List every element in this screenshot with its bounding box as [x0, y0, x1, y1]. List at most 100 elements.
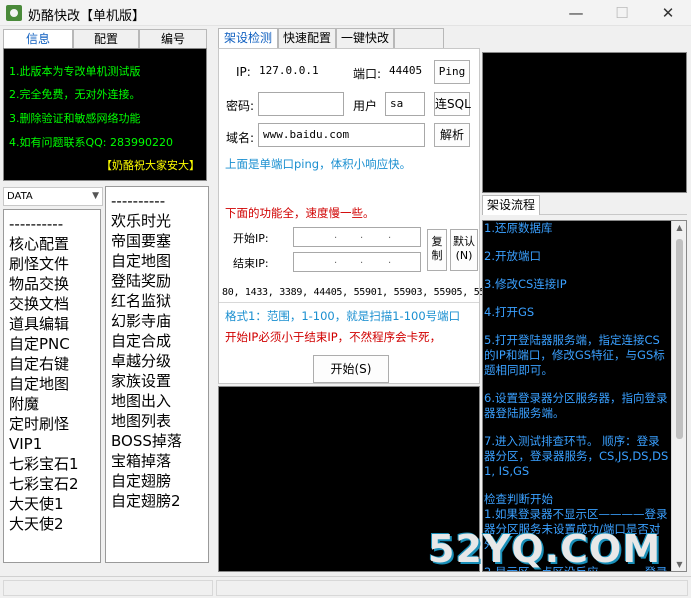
- domain-label: 域名:: [226, 131, 255, 145]
- tab-empty[interactable]: [394, 28, 444, 48]
- list-item[interactable]: 家族设置: [106, 371, 208, 391]
- user-input[interactable]: sa: [385, 92, 425, 116]
- list-item[interactable]: 附魔: [4, 394, 100, 414]
- resolve-button[interactable]: 解析: [434, 123, 470, 147]
- list-item[interactable]: 自定地图: [106, 251, 208, 271]
- data-select[interactable]: DATA ▼: [3, 187, 103, 206]
- start-ip-input[interactable]: ...: [293, 227, 421, 247]
- list-item[interactable]: 定时刷怪: [4, 414, 100, 434]
- tab-number[interactable]: 编号: [139, 29, 207, 48]
- scroll-up-icon[interactable]: ▲: [672, 223, 686, 232]
- connect-sql-button[interactable]: 连SQL: [434, 92, 471, 116]
- list-item[interactable]: 道具编辑: [4, 314, 100, 334]
- status-bar: [0, 576, 691, 598]
- maximize-button[interactable]: ☐: [599, 0, 645, 26]
- scroll-down-icon[interactable]: ▼: [672, 560, 686, 569]
- window-title: 奶酪快改【单机版】: [28, 9, 146, 24]
- watermark: 52YQ.COM: [428, 527, 662, 571]
- format-hint: 格式1：范围，1-100，就是扫描1-100号端口: [225, 309, 461, 323]
- list-item[interactable]: 自定翅膀2: [106, 491, 208, 511]
- list-item[interactable]: 幻影寺庙: [106, 311, 208, 331]
- tab-setup-check[interactable]: 架设检测: [218, 28, 278, 48]
- password-input[interactable]: [258, 92, 344, 116]
- list-item[interactable]: 七彩宝石2: [4, 474, 100, 494]
- info-panel: 1.此版本为专改单机测试版 2.完全免费，无对外连接。 3.删除验证和敏感网络功…: [3, 48, 207, 181]
- list-mid[interactable]: ---------- 欢乐时光 帝国要塞 自定地图 登陆奖励 红名监狱 幻影寺庙 自定合成 卓越…: [105, 186, 209, 563]
- list-item[interactable]: BOSS掉落: [106, 431, 208, 451]
- password-label: 密码:: [226, 99, 255, 113]
- copy-button[interactable]: 复 制: [427, 229, 447, 271]
- list-item[interactable]: 登陆奖励: [106, 271, 208, 291]
- list-item[interactable]: ----------: [4, 214, 100, 234]
- info-footer: 【奶酪祝大家安大】: [101, 159, 200, 172]
- scroll-thumb[interactable]: [676, 239, 683, 439]
- info-line: 3.删除验证和敏感网络功能: [9, 112, 141, 125]
- list-item[interactable]: 卓越分级: [106, 351, 208, 371]
- list-item[interactable]: 大天使2: [4, 514, 100, 534]
- flow-step: 2.开放端口: [484, 249, 541, 263]
- flow-step: 1.还原数据库: [484, 221, 553, 235]
- start-ip-label: 开始IP:: [233, 232, 269, 245]
- flow-scrollbar[interactable]: ▲ ▼: [671, 221, 686, 571]
- close-button[interactable]: ✕: [645, 0, 691, 26]
- tab-quick-config[interactable]: 快速配置: [278, 28, 336, 48]
- ip-order-warning: 开始IP必须小于结束IP，不然程序会卡死，: [225, 330, 442, 344]
- divider: [540, 214, 687, 215]
- hint-full: 下面的功能全，速度慢一些。: [225, 206, 375, 220]
- ip-input[interactable]: 127.0.0.1: [255, 60, 345, 84]
- list-item[interactable]: 自定合成: [106, 331, 208, 351]
- flow-step: 6.设置登录器分区服务器，指向登录器登陆服务端。: [484, 391, 668, 420]
- list-item[interactable]: 刷怪文件: [4, 254, 100, 274]
- end-ip-label: 结束IP:: [233, 257, 269, 270]
- list-item[interactable]: 自定翅膀: [106, 471, 208, 491]
- user-label: 用户: [353, 99, 378, 113]
- flow-step: 7.进入测试排查环节。 顺序：登录器分区，登录器服务，CS,JS,DS,DS1,…: [484, 434, 669, 478]
- minimize-button[interactable]: —: [553, 0, 599, 26]
- flow-step: 5.打开登陆器服务端，指定连接CS的IP和端口，修改GS特征，与GS标题相同即可…: [484, 333, 665, 377]
- domain-input[interactable]: www.baidu.com: [258, 123, 425, 147]
- flow-step: 4.打开GS: [484, 305, 535, 319]
- list-item[interactable]: 大天使1: [4, 494, 100, 514]
- ports-field[interactable]: 80, 1433, 3389, 44405, 55901, 55903, 559…: [222, 287, 503, 298]
- tab-config[interactable]: 配置: [73, 29, 139, 48]
- list-item[interactable]: VIP1: [4, 434, 100, 454]
- flow-step: 3.修改CS连接IP: [484, 277, 567, 291]
- list-item[interactable]: 核心配置: [4, 234, 100, 254]
- list-item[interactable]: 宝箱掉落: [106, 451, 208, 471]
- ip-label: IP:: [236, 65, 251, 79]
- info-line: 4.如有问题联系QQ: 283990220: [9, 136, 174, 149]
- tab-one-key-modify[interactable]: 一键快改: [336, 28, 394, 48]
- list-item[interactable]: 红名监狱: [106, 291, 208, 311]
- info-line: 1.此版本为专改单机测试版: [9, 65, 141, 78]
- tab-info[interactable]: 信息: [3, 29, 73, 48]
- list-item[interactable]: 欢乐时光: [106, 211, 208, 231]
- end-ip-input[interactable]: ...: [293, 252, 421, 272]
- status-segment: [216, 580, 688, 596]
- list-item[interactable]: 自定PNC: [4, 334, 100, 354]
- list-item[interactable]: 地图列表: [106, 411, 208, 431]
- list-item[interactable]: 交换文档: [4, 294, 100, 314]
- chevron-down-icon: ▼: [92, 191, 99, 201]
- setup-flow-panel: 1.还原数据库 2.开放端口 3.修改CS连接IP 4.打开GS 5.打开登陆器服务端，…: [482, 220, 687, 572]
- tab-setup-flow[interactable]: 架设流程: [482, 195, 540, 215]
- list-item[interactable]: 自定右键: [4, 354, 100, 374]
- list-item[interactable]: ----------: [106, 191, 208, 211]
- status-segment: [3, 580, 213, 596]
- list-item[interactable]: 帝国要塞: [106, 231, 208, 251]
- divider: [219, 302, 479, 303]
- port-input[interactable]: 44405: [385, 60, 425, 84]
- list-left[interactable]: ---------- 核心配置 刷怪文件 物品交换 交换文档 道具编辑 自定PNC 自定右键自…: [3, 209, 101, 563]
- ping-button[interactable]: Ping: [434, 60, 470, 84]
- title-bar: 奶酪快改【单机版】 — ☐ ✕: [0, 0, 691, 26]
- list-item[interactable]: 七彩宝石1: [4, 454, 100, 474]
- list-item[interactable]: 物品交换: [4, 274, 100, 294]
- config-panel: IP: 127.0.0.1 端口: 44405 Ping 密码: 用户 sa 连…: [218, 48, 503, 384]
- start-button[interactable]: 开始(S): [313, 355, 389, 383]
- list-item[interactable]: 自定地图: [4, 374, 100, 394]
- list-item[interactable]: 地图出入: [106, 391, 208, 411]
- default-button[interactable]: 默认 (N): [450, 229, 478, 271]
- info-line: 2.完全免费，无对外连接。: [9, 88, 141, 101]
- hint-single-port: 上面是单端口ping，体积小响应快。: [225, 157, 412, 171]
- preview-box: [482, 52, 687, 193]
- data-select-value: DATA: [7, 191, 33, 202]
